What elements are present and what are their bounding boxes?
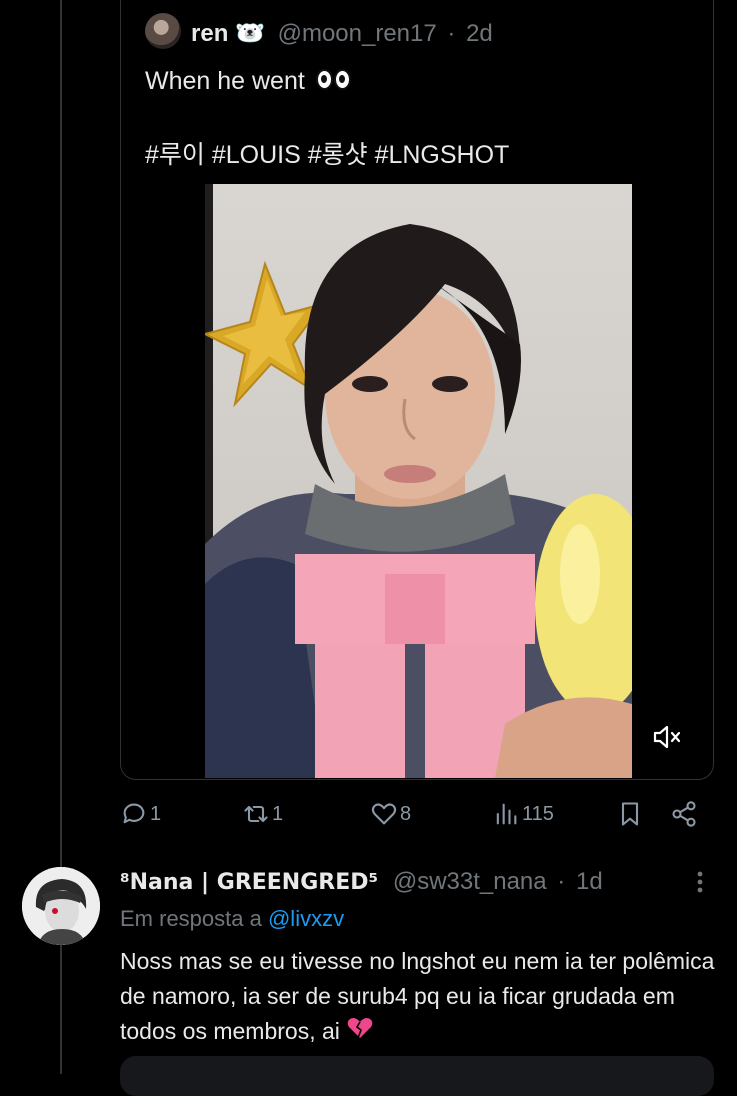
display-name[interactable]: ⁸Nana | GREENGRED⁵ [120, 870, 378, 895]
reply-button[interactable]: 1 [120, 796, 161, 832]
views-icon [496, 803, 517, 825]
handle[interactable]: @sw33t_nana [393, 868, 547, 895]
tweet-text-line: When he went [145, 67, 305, 95]
repost-button[interactable]: 1 [242, 796, 283, 832]
next-tweet-card-partial[interactable] [120, 1056, 714, 1096]
views-button[interactable]: 115 [492, 796, 554, 832]
reply-icon [123, 803, 145, 824]
tweet-text: When he went [145, 67, 352, 97]
timestamp[interactable]: 1d [576, 868, 603, 895]
tweet-media-photo[interactable] [205, 184, 632, 778]
quoted-tweet-header: ren 🐻‍❄️ @moon_ren17 · 2d [191, 19, 493, 48]
reply-count: 1 [150, 802, 162, 825]
replying-to-label: Em resposta a [120, 906, 262, 931]
share-icon [672, 801, 696, 827]
like-count: 8 [400, 802, 412, 825]
repost-icon [244, 805, 268, 823]
broken-heart-emoji [346, 1015, 374, 1050]
separator: · [447, 20, 456, 47]
mention-link[interactable]: @livxzv [268, 906, 344, 931]
tweet-actions-bar: 1 1 8 115 [120, 796, 714, 832]
reply-text: Noss mas se eu tivesse no lngshot eu nem… [120, 944, 720, 1050]
like-button[interactable]: 8 [370, 796, 411, 832]
avatar[interactable] [145, 13, 181, 49]
reply-text-content: Noss mas se eu tivesse no lngshot eu nem… [120, 948, 715, 1044]
bookmark-button[interactable] [616, 796, 644, 832]
reply-header: ⁸Nana | GREENGRED⁵ @sw33t_nana · 1d [120, 868, 603, 896]
person-photo [205, 184, 632, 778]
quoted-tweet-card[interactable]: ren 🐻‍❄️ @moon_ren17 · 2d When he went #… [120, 0, 714, 780]
bookmark-icon [621, 802, 639, 826]
views-count: 115 [522, 802, 554, 825]
avatar[interactable] [22, 867, 100, 945]
replying-to: Em resposta a @livxzv [120, 906, 344, 932]
repost-count: 1 [272, 802, 284, 825]
eyes-emoji [315, 68, 352, 97]
display-name[interactable]: ren [191, 20, 228, 47]
share-button[interactable] [670, 796, 698, 832]
polar-bear-emoji: 🐻‍❄️ [235, 20, 265, 47]
more-options-icon[interactable] [692, 868, 708, 896]
mute-icon[interactable] [651, 723, 687, 751]
hashtags[interactable]: #루이 #LOUIS #롱샷 #LNGSHOT [145, 135, 509, 171]
timestamp[interactable]: 2d [466, 20, 493, 47]
heart-icon [371, 803, 397, 825]
separator: · [557, 868, 566, 895]
handle[interactable]: @moon_ren17 [278, 20, 437, 47]
